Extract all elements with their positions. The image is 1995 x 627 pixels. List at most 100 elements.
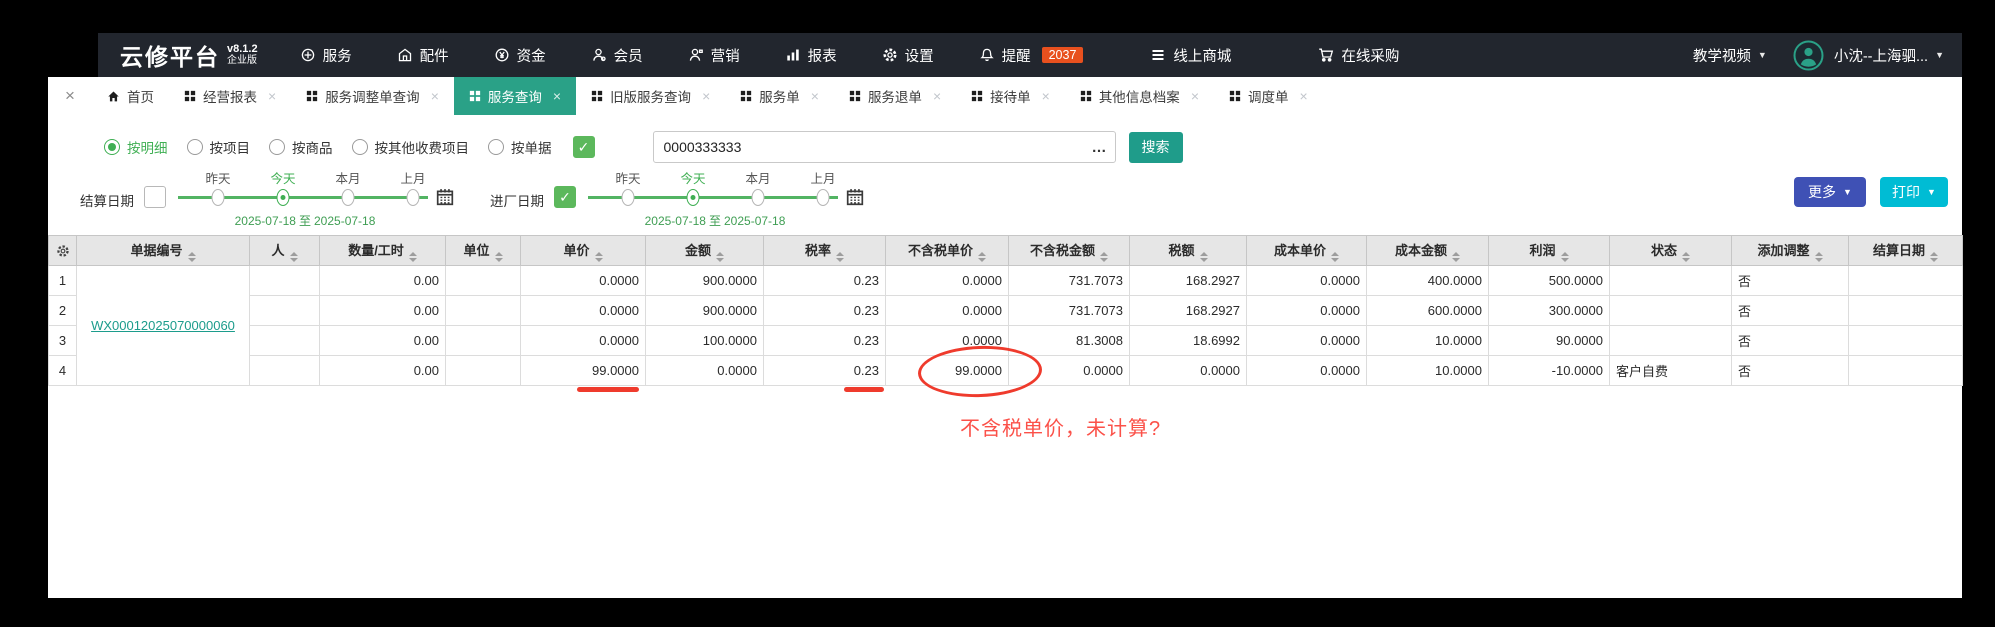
col-header-amount-ex-tax[interactable]: 不含税金额 [1009,236,1130,266]
close-icon[interactable]: × [431,88,439,104]
sort-icon[interactable] [836,252,844,262]
sort-icon[interactable] [1200,252,1208,262]
col-header-cost-price[interactable]: 成本单价 [1247,236,1367,266]
search-button[interactable]: 搜索 [1129,132,1183,163]
menu-item-online-mall[interactable]: 线上商城 [1150,45,1231,66]
table-row[interactable]: 2 0.00 0.0000 900.0000 0.23 0.0000 731.7… [49,296,1963,326]
timeline-dot[interactable] [817,189,830,206]
more-options-icon[interactable]: … [1085,139,1115,156]
calendar-icon[interactable] [846,188,864,206]
table-row[interactable]: 3 0.00 0.0000 100.0000 0.23 0.0000 81.30… [49,326,1963,356]
tab-service-return[interactable]: 服务退单 × [834,77,956,115]
close-all-tabs-button[interactable]: × [48,77,92,115]
close-icon[interactable]: × [1300,88,1308,104]
timeline-dot-selected[interactable] [687,189,700,206]
close-icon[interactable]: × [553,88,561,104]
settle-date-checkbox[interactable] [144,186,166,208]
close-icon[interactable]: × [933,88,941,104]
radio-by-project[interactable]: 按项目 [187,137,251,157]
column-settings-button[interactable] [49,236,77,266]
sort-icon[interactable] [188,252,196,262]
close-icon[interactable]: × [702,88,710,104]
col-header-amount[interactable]: 金额 [646,236,764,266]
tab-other-info-archive[interactable]: 其他信息档案 × [1065,77,1214,115]
reminder-count-badge[interactable]: 2037 [1042,47,1084,63]
sort-icon[interactable] [1331,252,1339,262]
col-header-cost-amount[interactable]: 成本金额 [1367,236,1489,266]
quick-range-today[interactable]: 今天 [270,168,295,187]
sort-icon[interactable] [1930,252,1938,262]
tab-legacy-service-query[interactable]: 旧版服务查询 × [576,77,725,115]
col-header-tax[interactable]: 税额 [1130,236,1247,266]
more-button[interactable]: 更多 ▼ [1794,177,1866,207]
tutorial-video-link[interactable]: 教学视频 ▼ [1693,45,1767,66]
quick-range-yesterday[interactable]: 昨天 [205,168,230,187]
tab-service-order[interactable]: 服务单 × [725,77,834,115]
radio-by-other-charge[interactable]: 按其他收费项目 [352,137,470,157]
user-menu[interactable]: 小沈--上海驷... ▼ [1834,45,1944,66]
sort-icon[interactable] [495,252,503,262]
close-icon[interactable]: × [1042,88,1050,104]
menu-item-parts[interactable]: 配件 [397,45,449,66]
tab-reception-order[interactable]: 接待单 × [956,77,1065,115]
radio-by-document[interactable]: 按单据 [488,137,552,157]
doc-no-link[interactable]: WX00012025070000060 [91,318,235,333]
col-header-status[interactable]: 状态 [1610,236,1732,266]
timeline-dot[interactable] [622,189,635,206]
menu-item-funds[interactable]: 资金 [494,45,546,66]
close-icon[interactable]: × [1191,88,1199,104]
col-header-profit[interactable]: 利润 [1489,236,1610,266]
quick-range-today[interactable]: 今天 [680,168,705,187]
entry-date-checkbox[interactable]: ✓ [554,186,576,208]
document-checkbox[interactable]: ✓ [573,136,595,158]
timeline-dot[interactable] [407,189,420,206]
tab-service-query[interactable]: 服务查询 × [454,77,576,115]
col-header-price-ex-tax[interactable]: 不含税单价 [886,236,1009,266]
menu-item-settings[interactable]: 设置 [882,45,934,66]
col-header-settle-date[interactable]: 结算日期 [1849,236,1963,266]
tab-dispatch-order[interactable]: 调度单 × [1214,77,1323,115]
sort-icon[interactable] [1682,252,1690,262]
sort-icon[interactable] [409,252,417,262]
sort-icon[interactable] [1561,252,1569,262]
tab-service-adjust-query[interactable]: 服务调整单查询 × [291,77,454,115]
quick-range-last-month[interactable]: 上月 [810,168,835,187]
timeline-dot[interactable] [752,189,765,206]
quick-range-this-month[interactable]: 本月 [335,168,360,187]
tab-business-report[interactable]: 经营报表 × [169,77,291,115]
print-button[interactable]: 打印 ▼ [1880,177,1948,207]
col-header-tax-rate[interactable]: 税率 [764,236,886,266]
col-header-qty[interactable]: 数量/工时 [320,236,446,266]
menu-item-service[interactable]: 服务 [300,45,352,66]
table-row[interactable]: 4 0.00 99.0000 0.0000 0.23 99.0000 0.000… [49,356,1963,386]
radio-by-goods[interactable]: 按商品 [269,137,333,157]
menu-item-reminder[interactable]: 提醒 2037 [979,45,1084,66]
menu-item-report[interactable]: 报表 [785,45,837,66]
radio-by-detail[interactable]: 按明细 [104,137,168,157]
sort-icon[interactable] [978,252,986,262]
col-header-adjust[interactable]: 添加调整 [1732,236,1849,266]
sort-icon[interactable] [1100,252,1108,262]
sort-icon[interactable] [595,252,603,262]
tab-home[interactable]: 首页 [92,77,169,115]
quick-range-this-month[interactable]: 本月 [745,168,770,187]
sort-icon[interactable] [1815,252,1823,262]
sort-icon[interactable] [290,252,298,262]
quick-range-yesterday[interactable]: 昨天 [615,168,640,187]
quick-range-last-month[interactable]: 上月 [400,168,425,187]
timeline-dot[interactable] [212,189,225,206]
col-header-person[interactable]: 人 [250,236,320,266]
avatar[interactable] [1793,40,1824,71]
timeline-dot-selected[interactable] [277,189,290,206]
col-header-doc-no[interactable]: 单据编号 [77,236,250,266]
doc-no-input[interactable] [654,133,1085,161]
menu-item-marketing[interactable]: 营销 [688,45,740,66]
sort-icon[interactable] [716,252,724,262]
calendar-icon[interactable] [436,188,454,206]
menu-item-member[interactable]: 会员 [591,45,643,66]
col-header-unit[interactable]: 单位 [446,236,521,266]
col-header-price[interactable]: 单价 [521,236,646,266]
timeline-dot[interactable] [342,189,355,206]
menu-item-online-purchase[interactable]: 在线采购 [1318,45,1399,66]
close-icon[interactable]: × [268,88,276,104]
